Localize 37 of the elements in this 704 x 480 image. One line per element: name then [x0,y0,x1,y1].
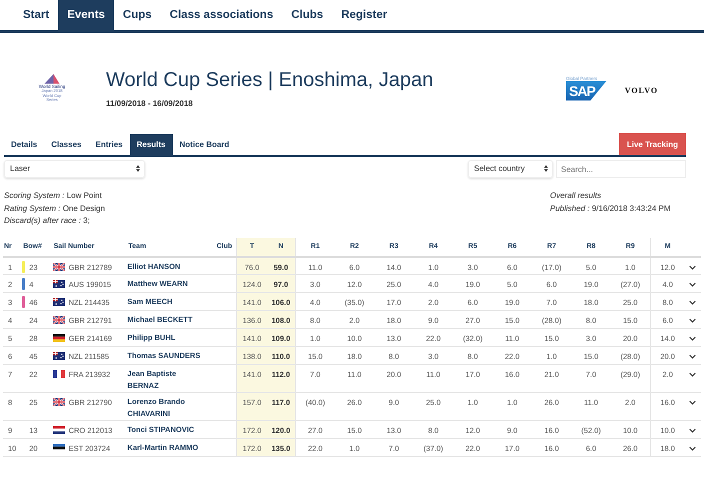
sail-icon [43,73,61,84]
tab[interactable]: Classes [44,134,88,155]
chevron-down-icon[interactable] [689,264,696,270]
nav-link[interactable]: Register [332,0,396,30]
chevron-down-icon[interactable] [689,446,696,451]
search-field[interactable]: Search... [556,160,686,178]
updown-icon [544,165,548,172]
chevron-down-icon[interactable] [689,428,696,433]
country-select[interactable]: Select country [468,160,553,178]
info-line: Scoring System : Low Point [4,190,103,202]
published-line: Published : 9/16/2018 3:43:24 PM [550,202,672,214]
class-select[interactable]: Laser [4,160,145,178]
chevron-down-icon[interactable] [689,336,696,341]
nav-link[interactable]: Start [14,0,58,30]
tab[interactable]: Entries [88,134,130,155]
chevron-down-icon[interactable] [689,400,696,405]
info-line: Discard(s) after race : 3; [4,215,91,227]
chevron-down-icon[interactable] [689,300,696,305]
nav-link[interactable]: Class associations [160,0,282,30]
event-title: World Cup Series | Enoshima, Japan [106,68,434,92]
overall-results-label: Overall results [550,190,602,202]
chevron-down-icon[interactable] [689,318,696,323]
partner-logo: VOLVO [624,86,658,95]
nav-link[interactable]: Cups [114,0,161,30]
tab[interactable]: Details [4,134,44,155]
partner-logo: SAP [566,80,607,100]
chevron-down-icon[interactable] [689,282,696,287]
updown-icon [136,165,140,172]
nav-link[interactable]: Clubs [282,0,332,30]
live-tracking-button[interactable]: Live Tracking [618,133,686,155]
tab[interactable]: Results [130,134,173,155]
info-line: Rating System : One Design [4,202,105,215]
chevron-down-icon[interactable] [689,354,696,359]
chevron-down-icon[interactable] [689,372,696,377]
nav-link[interactable]: Events [58,0,114,30]
event-dates: 11/09/2018 - 16/09/2018 [106,98,194,108]
tab[interactable]: Notice Board [172,134,236,155]
